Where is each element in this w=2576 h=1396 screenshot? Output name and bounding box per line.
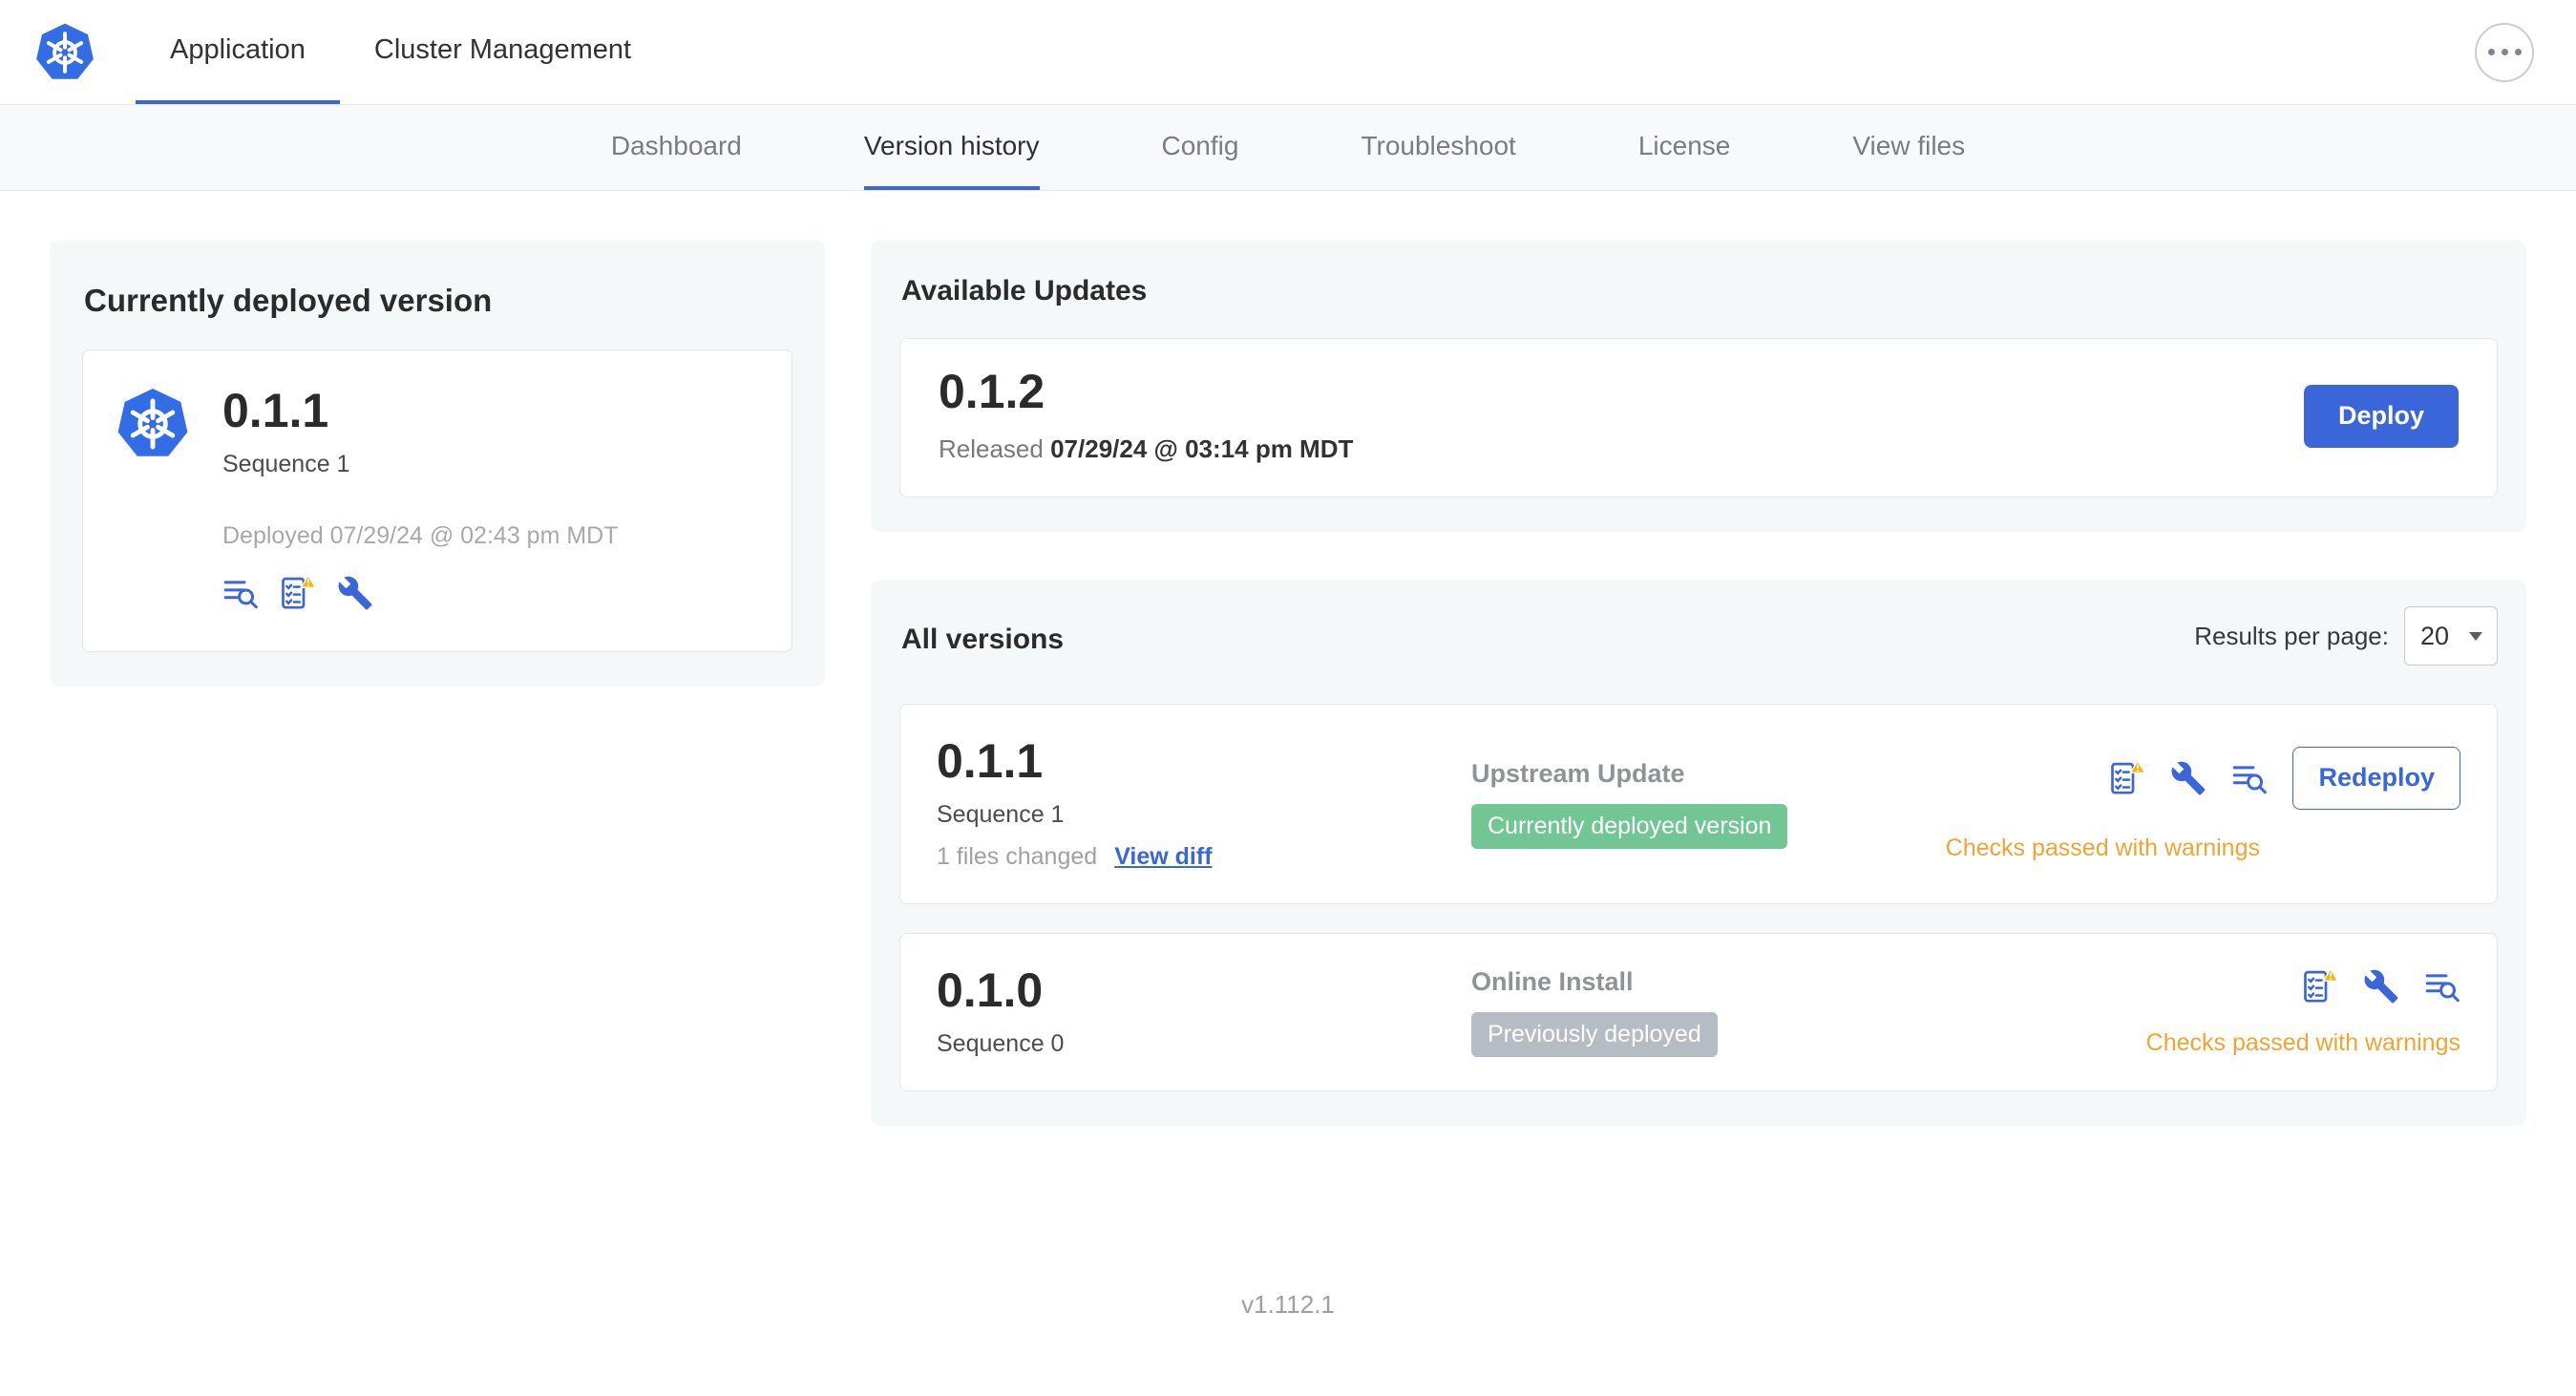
deploy-logs-icon[interactable] xyxy=(2424,968,2460,1005)
checks-status-text[interactable]: Checks passed with warnings xyxy=(2146,1029,2460,1057)
redeploy-button[interactable]: Redeploy xyxy=(2292,746,2460,810)
current-version-actions xyxy=(222,575,619,611)
row-version-block: 0.1.1 Sequence 1 1 files changed View di… xyxy=(937,737,1471,871)
results-per-page-select[interactable]: 20 xyxy=(2404,606,2498,666)
available-update-details: 0.1.2 Released 07/29/24 @ 03:14 pm MDT xyxy=(939,368,1353,464)
row-source-label: Online Install xyxy=(1471,967,1634,996)
top-nav: Application Cluster Management xyxy=(0,0,2576,105)
current-version-details: 0.1.1 Sequence 1 Deployed 07/29/24 @ 02:… xyxy=(222,387,619,611)
all-versions-card: All versions Results per page: 20 0.1.1 … xyxy=(871,580,2526,1126)
more-menu-button[interactable] xyxy=(2475,22,2534,82)
row-version-number: 0.1.1 xyxy=(937,734,1044,788)
row-version-number: 0.1.0 xyxy=(937,963,1044,1017)
version-rows: 0.1.1 Sequence 1 1 files changed View di… xyxy=(899,704,2498,1091)
released-label: Released xyxy=(939,434,1044,463)
version-row-0-1-1: 0.1.1 Sequence 1 1 files changed View di… xyxy=(899,704,2498,904)
tab-cluster-management[interactable]: Cluster Management xyxy=(340,0,665,104)
subnav-version-history[interactable]: Version history xyxy=(863,105,1040,190)
row-actions-block: Checks passed with warnings xyxy=(2146,968,2460,1057)
row-source-block: Upstream Update Currently deployed versi… xyxy=(1471,759,1946,849)
row-actions xyxy=(2302,968,2460,1005)
current-version-title: Currently deployed version xyxy=(84,283,493,318)
results-per-page: Results per page: 20 xyxy=(2194,606,2498,666)
top-nav-tabs: Application Cluster Management xyxy=(136,0,665,104)
row-actions-block: Redeploy Checks passed with warnings xyxy=(1946,746,2460,862)
row-source-block: Online Install Previously deployed xyxy=(1471,967,2146,1057)
subnav-config[interactable]: Config xyxy=(1162,105,1239,190)
row-version-block: 0.1.0 Sequence 0 xyxy=(937,966,1471,1058)
row-source-label: Upstream Update xyxy=(1471,759,1685,788)
row-files-line: 1 files changed View diff xyxy=(937,843,1471,871)
all-versions-header: All versions Results per page: 20 xyxy=(899,606,2498,666)
current-version-number: 0.1.1 xyxy=(222,384,329,437)
view-diff-link[interactable]: View diff xyxy=(1114,843,1212,871)
all-versions-title: All versions xyxy=(901,624,1065,655)
config-icon[interactable] xyxy=(337,575,373,611)
version-row-0-1-0: 0.1.0 Sequence 0 Online Install Previous… xyxy=(899,933,2498,1091)
app-subnav: Dashboard Version history Config Trouble… xyxy=(0,105,2576,191)
config-icon[interactable] xyxy=(2170,760,2206,796)
current-version-card: Currently deployed version 0.1.1 Sequenc… xyxy=(50,241,825,687)
subnav-view-files[interactable]: View files xyxy=(1852,105,1965,190)
subnav-license[interactable]: License xyxy=(1638,105,1731,190)
main-content: Currently deployed version 0.1.1 Sequenc… xyxy=(0,191,2576,1175)
console-version: v1.112.1 xyxy=(1241,1290,1335,1319)
deploy-button[interactable]: Deploy xyxy=(2303,384,2459,448)
kubernetes-app-icon xyxy=(116,387,190,461)
subnav-dashboard[interactable]: Dashboard xyxy=(611,105,742,190)
available-update-row: 0.1.2 Released 07/29/24 @ 03:14 pm MDT D… xyxy=(899,338,2498,497)
files-changed-label: 1 files changed xyxy=(937,843,1098,870)
results-per-page-select-wrap: 20 xyxy=(2404,606,2498,666)
status-badge: Previously deployed xyxy=(1471,1012,1718,1057)
subnav-troubleshoot[interactable]: Troubleshoot xyxy=(1361,105,1515,190)
app-logo xyxy=(34,0,95,104)
checks-status-text[interactable]: Checks passed with warnings xyxy=(1946,835,2460,862)
config-icon[interactable] xyxy=(2363,968,2399,1005)
ellipsis-icon xyxy=(2487,49,2522,55)
right-column: Available Updates 0.1.2 Released 07/29/2… xyxy=(871,241,2526,1126)
preflight-checks-icon[interactable] xyxy=(2302,968,2338,1005)
row-sequence: Sequence 1 xyxy=(937,801,1065,828)
deploy-logs-icon[interactable] xyxy=(2231,760,2268,796)
tab-application[interactable]: Application xyxy=(136,0,340,104)
status-badge: Currently deployed version xyxy=(1471,804,1788,849)
current-version-sequence: Sequence 1 xyxy=(222,451,350,477)
preflight-checks-icon[interactable] xyxy=(2109,760,2145,796)
preflight-checks-icon[interactable] xyxy=(280,575,316,611)
kubernetes-logo-icon xyxy=(34,22,95,83)
released-date: 07/29/24 @ 03:14 pm MDT xyxy=(1050,434,1354,463)
update-released-line: Released 07/29/24 @ 03:14 pm MDT xyxy=(939,434,1353,464)
row-actions: Redeploy xyxy=(2109,746,2460,810)
available-updates-title: Available Updates xyxy=(901,275,1148,307)
current-version-deployed-at: Deployed 07/29/24 @ 02:43 pm MDT xyxy=(222,522,619,549)
current-version-inner-card: 0.1.1 Sequence 1 Deployed 07/29/24 @ 02:… xyxy=(82,349,792,652)
row-sequence: Sequence 0 xyxy=(937,1030,1065,1057)
update-version-number: 0.1.2 xyxy=(939,365,1045,418)
results-per-page-label: Results per page: xyxy=(2194,621,2389,650)
available-updates-card: Available Updates 0.1.2 Released 07/29/2… xyxy=(871,241,2526,532)
release-notes-icon[interactable] xyxy=(222,575,259,611)
page-footer: v1.112.1 xyxy=(0,1290,2576,1320)
